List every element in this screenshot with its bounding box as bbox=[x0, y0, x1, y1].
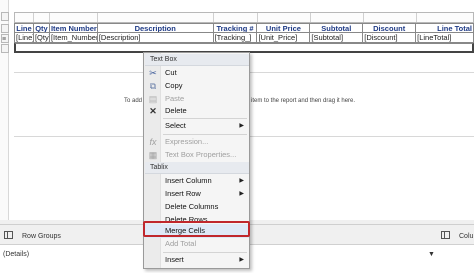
menu-section-tablix: Tablix bbox=[145, 162, 249, 174]
menu-item-textbox-properties[interactable]: ▦ Text Box Properties... bbox=[145, 148, 249, 162]
chevron-down-icon[interactable]: ▼ bbox=[428, 251, 435, 258]
menu-item-cut[interactable]: ✂ Cut bbox=[145, 66, 249, 80]
scissors-icon: ✂ bbox=[149, 68, 157, 78]
submenu-arrow-icon: ▶ bbox=[239, 191, 244, 197]
column-handle-bar bbox=[14, 12, 474, 23]
detail-cell[interactable]: [Unit_Price] bbox=[257, 33, 311, 43]
header-cell[interactable]: Line Total bbox=[416, 23, 474, 33]
expression-icon: fx bbox=[149, 137, 157, 147]
menu-item-label: Insert Row bbox=[165, 189, 201, 198]
details-group-item[interactable]: (Details) bbox=[3, 251, 29, 258]
submenu-arrow-icon: ▶ bbox=[239, 123, 244, 129]
menu-item-label: Paste bbox=[165, 94, 185, 103]
row-groups-icon bbox=[4, 231, 13, 239]
header-cell[interactable]: Subtotal bbox=[310, 23, 364, 33]
header-cell[interactable]: Qty bbox=[33, 23, 50, 33]
menu-item-delete-columns[interactable]: Delete Columns bbox=[145, 200, 249, 214]
detail-cell[interactable]: [Line] bbox=[15, 33, 34, 43]
menu-section-textbox: Text Box bbox=[145, 54, 249, 66]
detail-cell[interactable]: [Item_Number] bbox=[49, 33, 98, 43]
menu-item-label: Insert Column bbox=[165, 176, 212, 185]
row-groups-label: Row Groups bbox=[22, 233, 61, 240]
menu-item-select[interactable]: Select ▶ bbox=[145, 119, 249, 133]
menu-item-label: Text Box Properties... bbox=[165, 150, 237, 159]
header-cell[interactable]: Unit Price bbox=[257, 23, 311, 33]
column-groups-label: Colu bbox=[459, 233, 474, 240]
header-cell[interactable]: Line bbox=[15, 23, 34, 33]
row-handle[interactable] bbox=[1, 12, 9, 21]
detail-row: [Line] [Qty] [Item_Number] [Description]… bbox=[14, 33, 474, 43]
detail-cell[interactable]: [LineTotal] bbox=[416, 33, 474, 43]
submenu-arrow-icon: ▶ bbox=[239, 257, 244, 263]
row-handle-bar bbox=[0, 0, 9, 220]
row-handle[interactable] bbox=[1, 24, 9, 33]
header-row: Line Qty Item Number Description Trackin… bbox=[14, 23, 474, 33]
drop-hint-text: To add bbox=[124, 98, 143, 104]
menu-item-label: Cut bbox=[165, 68, 177, 77]
detail-cell[interactable]: [Qty] bbox=[33, 33, 50, 43]
menu-item-label: Expression... bbox=[165, 137, 209, 146]
detail-cell[interactable]: [Discount] bbox=[363, 33, 417, 43]
menu-item-expression[interactable]: fx Expression... bbox=[145, 135, 249, 149]
merge-cells-highlight bbox=[143, 221, 250, 237]
menu-item-label: Insert bbox=[165, 255, 184, 264]
menu-item-label: Delete bbox=[165, 106, 187, 115]
drop-hint-text: item to the report and then drag it here… bbox=[251, 98, 356, 104]
submenu-arrow-icon: ▶ bbox=[239, 178, 244, 184]
detail-cell[interactable]: [Description] bbox=[97, 33, 214, 43]
row-handle[interactable] bbox=[1, 44, 9, 53]
detail-cell[interactable]: [Tracking_] bbox=[213, 33, 258, 43]
group-bracket-icon: ≡ bbox=[2, 36, 7, 43]
detail-cell[interactable]: [Subtotal] bbox=[310, 33, 364, 43]
header-cell[interactable]: Description bbox=[97, 23, 214, 33]
paste-icon: ▤ bbox=[148, 94, 158, 104]
menu-item-label: Add Total bbox=[165, 239, 197, 248]
column-groups-icon bbox=[441, 231, 450, 239]
header-cell[interactable]: Tracking # bbox=[213, 23, 258, 33]
menu-item-insert[interactable]: Insert ▶ bbox=[145, 253, 249, 267]
properties-icon: ▦ bbox=[148, 150, 158, 160]
menu-item-insert-column[interactable]: Insert Column ▶ bbox=[145, 174, 249, 188]
tablix[interactable]: Line Qty Item Number Description Trackin… bbox=[14, 12, 474, 53]
header-cell[interactable]: Discount bbox=[363, 23, 417, 33]
menu-item-insert-row[interactable]: Insert Row ▶ bbox=[145, 187, 249, 201]
menu-item-label: Select bbox=[165, 121, 186, 130]
menu-item-label: Delete Columns bbox=[165, 202, 219, 211]
header-cell[interactable]: Item Number bbox=[49, 23, 98, 33]
delete-icon: ✕ bbox=[149, 106, 157, 116]
menu-item-copy[interactable]: ⧉ Copy bbox=[145, 79, 249, 93]
copy-icon: ⧉ bbox=[149, 81, 157, 91]
menu-item-add-total[interactable]: Add Total bbox=[145, 237, 249, 251]
menu-item-label: Copy bbox=[165, 81, 183, 90]
menu-item-delete[interactable]: ✕ Delete bbox=[145, 104, 249, 118]
